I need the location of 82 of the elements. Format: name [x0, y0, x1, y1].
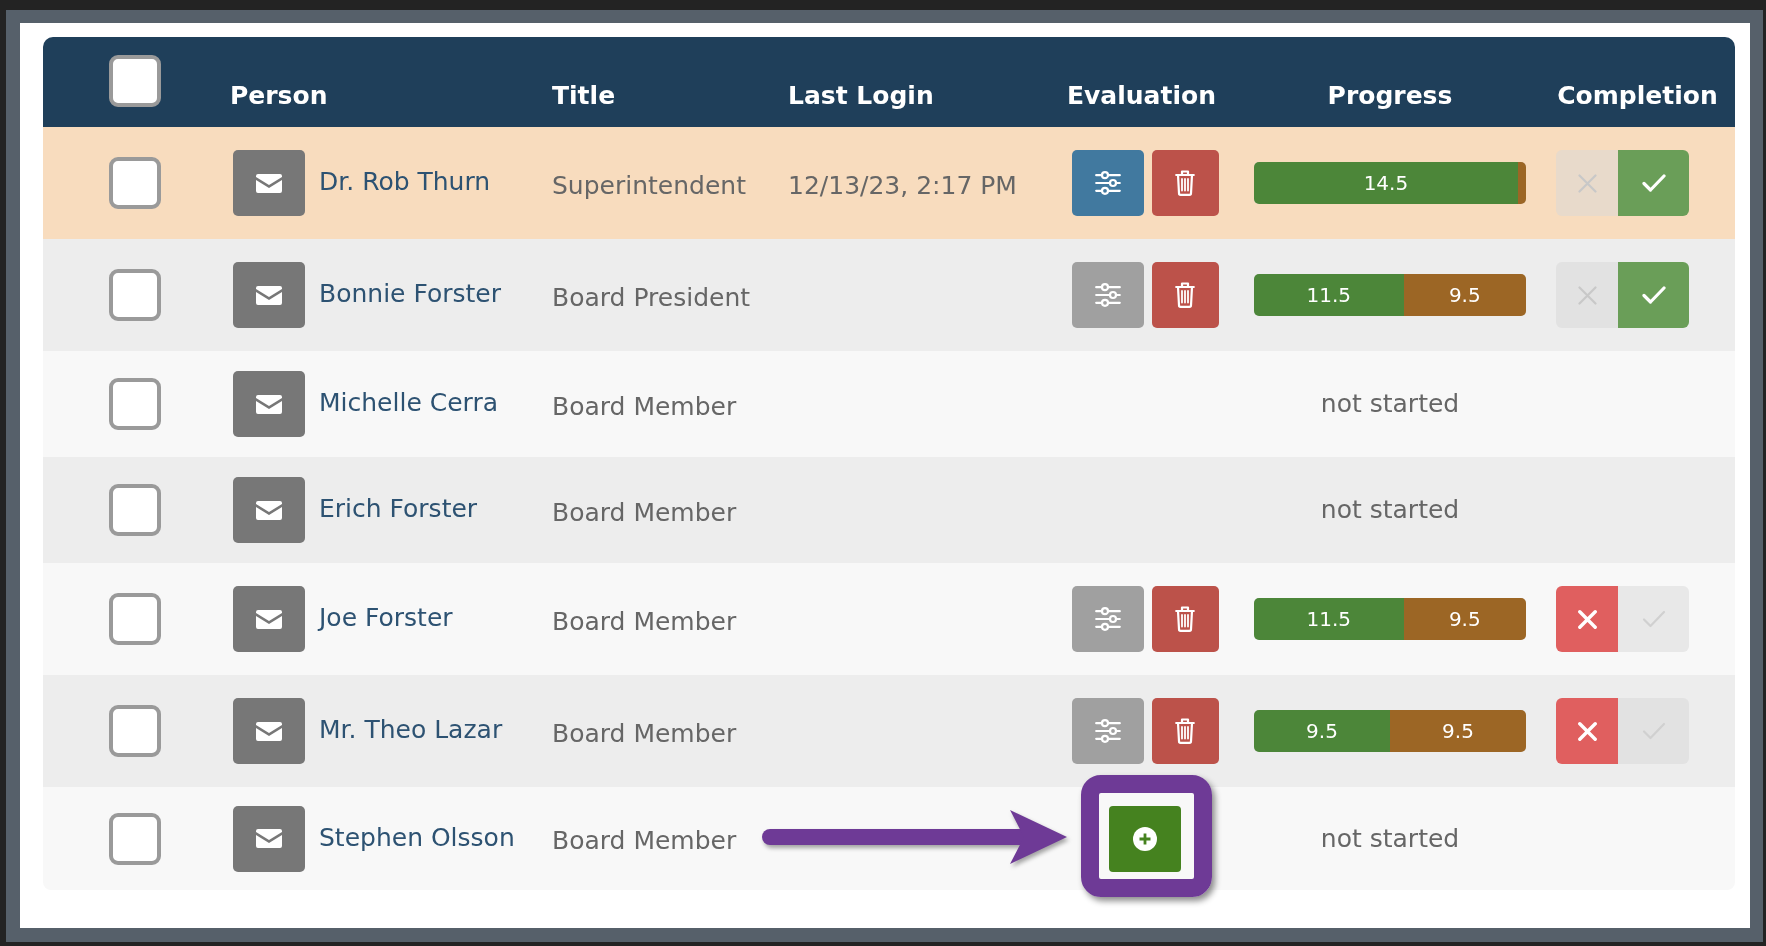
select-all-checkbox[interactable]	[109, 55, 161, 107]
email-button[interactable]	[233, 698, 305, 764]
column-header: Evaluation	[1067, 81, 1216, 110]
cross-icon	[1577, 609, 1597, 629]
add-evaluation-button[interactable]	[1109, 805, 1181, 872]
envelope-icon	[256, 721, 282, 741]
row-checkbox[interactable]	[109, 705, 161, 757]
person-name[interactable]: Bonnie Forster	[319, 279, 501, 309]
person-title: Superintendent	[552, 170, 746, 201]
progress-segment: 9.5	[1254, 710, 1390, 752]
trash-icon	[1175, 606, 1195, 632]
progress-status-text: not started	[1320, 823, 1460, 854]
approve-button[interactable]	[1618, 262, 1689, 328]
reject-button[interactable]	[1556, 586, 1618, 652]
approve-button[interactable]	[1618, 150, 1689, 216]
trash-icon	[1175, 170, 1195, 196]
envelope-icon	[256, 500, 282, 520]
person-name[interactable]: Dr. Rob Thurn	[319, 167, 491, 197]
reject-button[interactable]	[1556, 698, 1618, 764]
evaluation-settings-button[interactable]	[1071, 262, 1144, 328]
progress-segment: 11.5	[1254, 598, 1404, 640]
delete-button[interactable]	[1151, 262, 1219, 328]
cross-icon	[1577, 721, 1597, 741]
email-button[interactable]	[233, 371, 305, 437]
person-title: Board President	[552, 282, 751, 313]
envelope-icon	[256, 285, 282, 305]
sliders-icon	[1094, 171, 1121, 195]
check-icon	[1641, 286, 1666, 304]
row-checkbox[interactable]	[109, 269, 161, 321]
email-button[interactable]	[233, 262, 305, 328]
person-title: Board Member	[552, 497, 737, 528]
envelope-icon	[256, 829, 282, 848]
sliders-icon	[1094, 283, 1121, 307]
column-header: Last Login	[788, 81, 934, 110]
progress-status-text: not started	[1320, 389, 1460, 419]
person-name[interactable]: Joe Forster	[319, 603, 453, 633]
progress-segment: 14.5	[1254, 162, 1518, 204]
row-checkbox[interactable]	[109, 378, 161, 430]
envelope-icon	[256, 609, 282, 629]
row-checkbox[interactable]	[109, 157, 161, 209]
person-title: Board Member	[552, 391, 737, 422]
email-button[interactable]	[233, 150, 305, 216]
evaluation-settings-button[interactable]	[1071, 150, 1144, 216]
person-title: Board Member	[552, 826, 737, 856]
progress-segment: 9.5	[1403, 274, 1526, 316]
progress-status-text: not started	[1320, 495, 1460, 525]
envelope-icon	[256, 173, 282, 193]
person-title: Board Member	[552, 718, 737, 749]
column-header: Title	[552, 81, 616, 110]
column-header: Progress	[1327, 81, 1453, 110]
plus-circle-icon	[1133, 826, 1157, 851]
person-title: Board Member	[552, 606, 737, 637]
row-checkbox[interactable]	[109, 593, 161, 645]
column-header: Person	[230, 81, 328, 110]
sliders-icon	[1094, 719, 1121, 743]
person-name[interactable]: Stephen Olsson	[319, 822, 515, 853]
person-name[interactable]: Erich Forster	[319, 494, 478, 524]
trash-icon	[1175, 718, 1195, 744]
check-icon	[1641, 610, 1666, 628]
progress-segment: 11.5	[1254, 274, 1404, 316]
evaluation-settings-button[interactable]	[1071, 586, 1144, 652]
delete-button[interactable]	[1151, 698, 1219, 764]
progress-segment: 9.5	[1403, 598, 1526, 640]
column-header: Completion	[1557, 81, 1718, 110]
email-button[interactable]	[233, 586, 305, 652]
envelope-icon	[256, 394, 282, 414]
person-name[interactable]: Mr. Theo Lazar	[319, 715, 503, 745]
email-button[interactable]	[233, 477, 305, 543]
progress-segment: 9.5	[1390, 710, 1526, 752]
delete-button[interactable]	[1151, 150, 1219, 216]
email-button[interactable]	[233, 805, 305, 872]
person-name[interactable]: Michelle Cerra	[319, 388, 498, 418]
row-checkbox[interactable]	[109, 484, 161, 536]
delete-button[interactable]	[1151, 586, 1219, 652]
row-checkbox[interactable]	[109, 812, 161, 865]
cross-icon	[1577, 285, 1597, 305]
check-icon	[1641, 174, 1666, 192]
trash-icon	[1175, 282, 1195, 308]
cross-icon	[1577, 173, 1597, 193]
sliders-icon	[1094, 607, 1121, 631]
last-login-text: 12/13/23, 2:17 PM	[788, 170, 1017, 201]
evaluation-settings-button[interactable]	[1071, 698, 1144, 764]
